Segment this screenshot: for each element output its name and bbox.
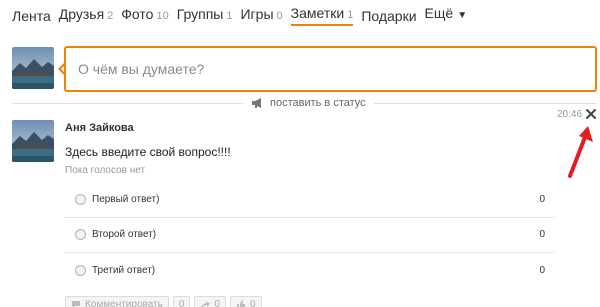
poll-options: Первый ответ) 0 Второй ответ) 0 Третий о… bbox=[65, 182, 555, 289]
poll-option-count: 0 bbox=[539, 193, 545, 205]
nav-item-games[interactable]: Игры 0 bbox=[240, 5, 282, 26]
poll-option[interactable]: Первый ответ) 0 bbox=[65, 182, 555, 218]
poll-option[interactable]: Третий ответ) 0 bbox=[65, 253, 555, 289]
status-input[interactable] bbox=[64, 46, 597, 92]
poll-option-label: Второй ответ) bbox=[92, 229, 157, 241]
nav-item-count: 1 bbox=[226, 10, 233, 22]
close-icon[interactable] bbox=[585, 108, 597, 120]
poll-option-count: 0 bbox=[539, 229, 545, 241]
avatar-landscape-image bbox=[12, 120, 54, 162]
set-status-label: поставить в статус bbox=[270, 97, 366, 109]
nav-item-gifts[interactable]: Подарки bbox=[361, 7, 416, 26]
avatar[interactable] bbox=[12, 47, 54, 89]
nav-item-friends[interactable]: Друзья 2 bbox=[59, 5, 114, 26]
set-status-link[interactable]: поставить в статус bbox=[243, 96, 374, 110]
nav-item-label: Фото bbox=[121, 6, 154, 22]
megaphone-icon bbox=[252, 98, 261, 108]
avatar-landscape-image bbox=[12, 47, 54, 89]
nav-item-label: Лента bbox=[12, 8, 51, 24]
top-nav: Лента Друзья 2 Фото 10 Группы 1 Игры 0 З… bbox=[12, 4, 475, 26]
nav-item-count: 10 bbox=[156, 10, 169, 22]
share-button[interactable]: 0 bbox=[194, 296, 226, 307]
nav-item-count: 0 bbox=[276, 10, 283, 22]
share-count: 0 bbox=[214, 298, 220, 307]
post-timestamp: 20:46 bbox=[557, 109, 583, 120]
nav-item-label: Группы bbox=[176, 6, 224, 22]
nav-item-label: Игры bbox=[240, 6, 274, 22]
poll-votes-status: Пока голосов нет bbox=[65, 165, 146, 176]
nav-item-notes[interactable]: Заметки 1 bbox=[290, 4, 354, 26]
radio-button[interactable] bbox=[75, 265, 86, 277]
caret-down-icon: ▼ bbox=[457, 10, 468, 21]
nav-item-label: Друзья bbox=[58, 6, 105, 22]
annotation-arrow bbox=[568, 126, 593, 178]
post-actions: Комментировать 0 0 0 bbox=[65, 296, 266, 307]
comment-button[interactable]: Комментировать bbox=[65, 296, 169, 307]
poll-question: Здесь введите свой вопрос!!!! bbox=[65, 145, 231, 159]
nav-item-count: 1 bbox=[347, 9, 354, 21]
nav-item-feed[interactable]: Лента bbox=[12, 7, 51, 26]
post-author-name[interactable]: Аня Зайкова bbox=[65, 122, 134, 134]
post-author-avatar[interactable] bbox=[12, 120, 54, 162]
comment-label: Комментировать bbox=[85, 298, 163, 307]
radio-button[interactable] bbox=[75, 193, 86, 205]
comment-count: 0 bbox=[178, 298, 185, 307]
poll-option-label: Третий ответ) bbox=[92, 265, 156, 277]
comment-icon bbox=[72, 300, 80, 307]
nav-item-groups[interactable]: Группы 1 bbox=[177, 5, 233, 26]
share-icon bbox=[201, 300, 211, 307]
nav-item-count: 2 bbox=[107, 10, 114, 22]
like-icon bbox=[236, 299, 246, 307]
radio-button[interactable] bbox=[75, 229, 86, 241]
nav-item-label: Подарки bbox=[361, 8, 417, 24]
nav-item-more[interactable]: Ещё ▼ bbox=[425, 4, 468, 26]
poll-option-count: 0 bbox=[539, 265, 545, 277]
nav-item-label: Ещё bbox=[424, 5, 454, 21]
poll-option[interactable]: Второй ответ) 0 bbox=[65, 218, 555, 253]
like-count: 0 bbox=[249, 298, 256, 307]
poll-option-label: Первый ответ) bbox=[92, 193, 160, 205]
nav-item-label: Заметки bbox=[290, 5, 345, 21]
like-button[interactable]: 0 bbox=[229, 296, 262, 307]
nav-item-photos[interactable]: Фото 10 bbox=[121, 5, 168, 26]
comment-count-badge: 0 bbox=[172, 296, 191, 307]
